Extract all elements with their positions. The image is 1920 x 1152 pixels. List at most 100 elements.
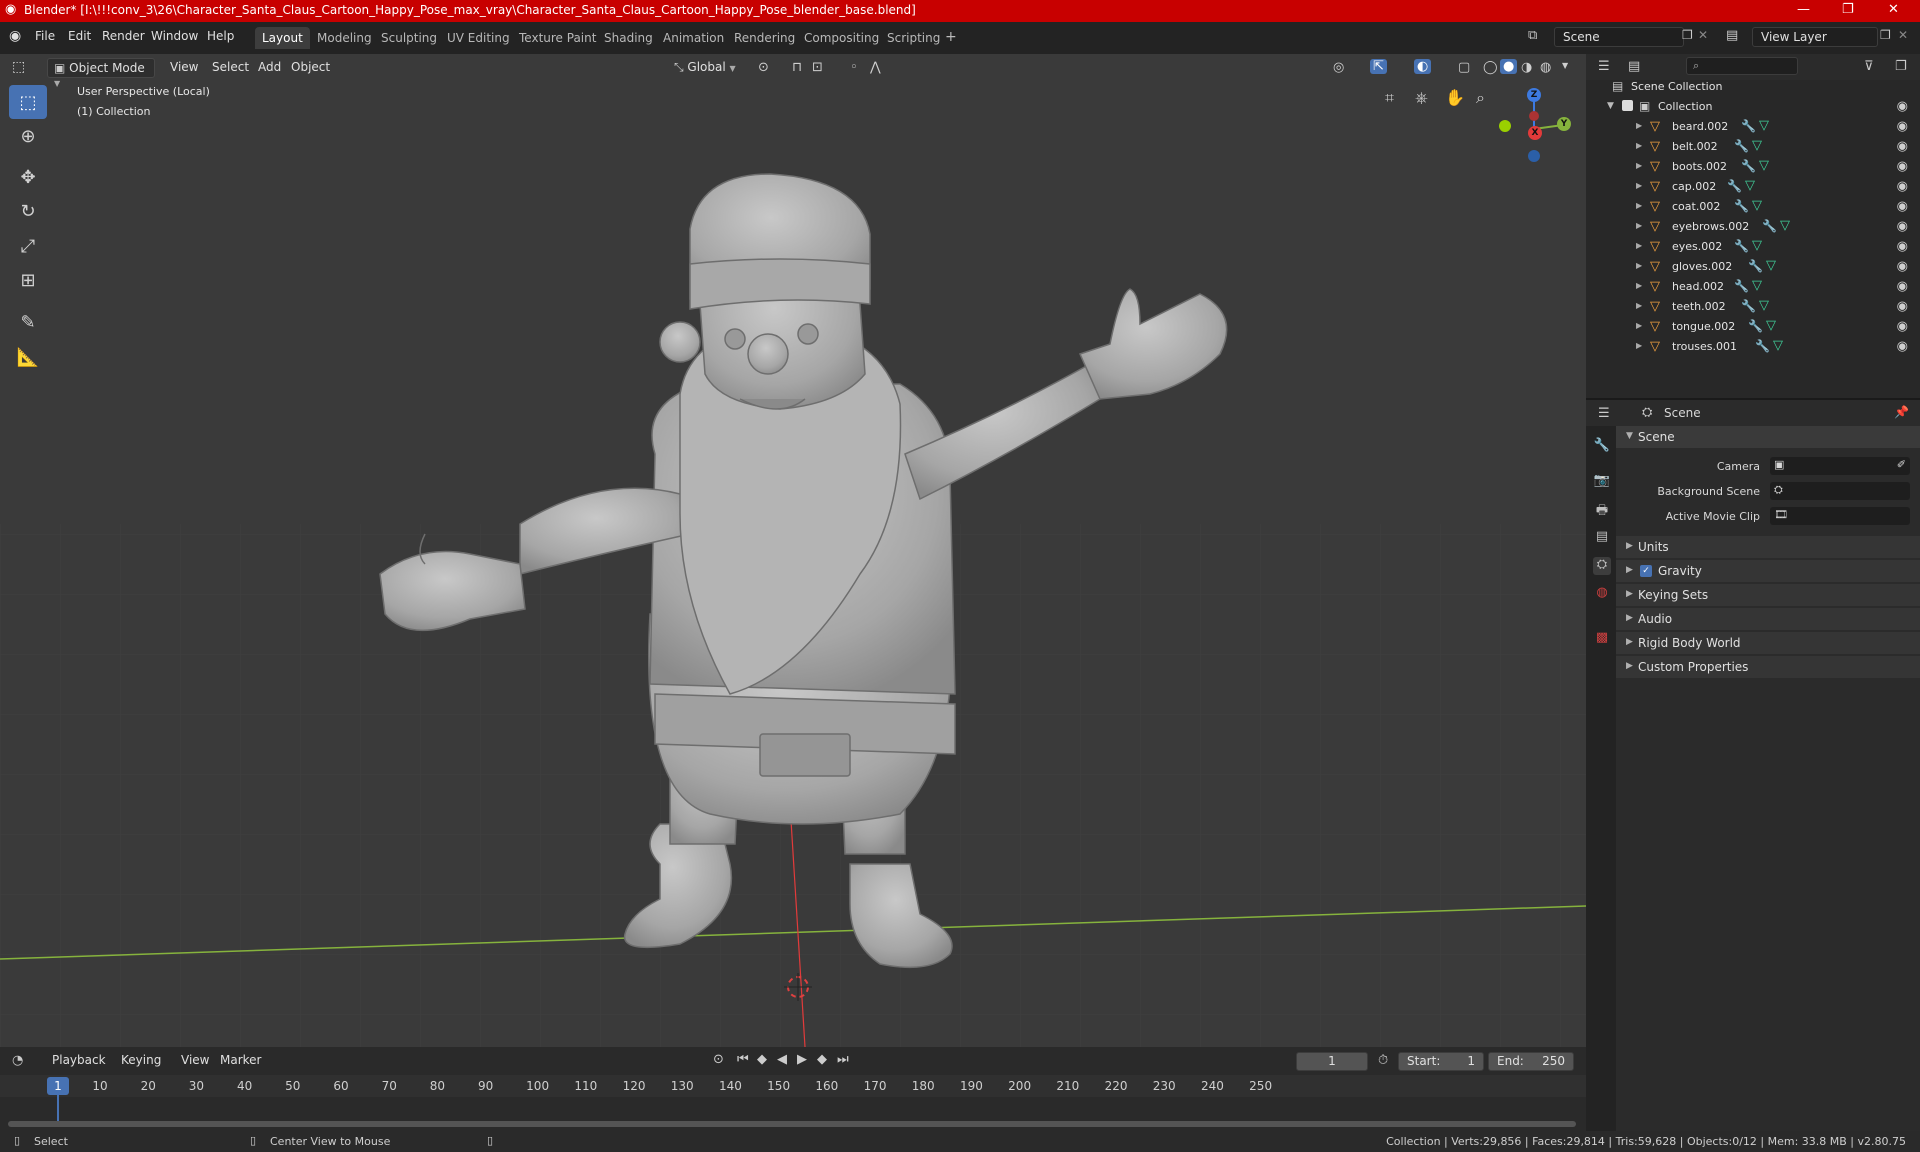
tab-layout[interactable]: Layout — [255, 27, 310, 49]
shading-rendered-icon[interactable]: ◍ — [1540, 60, 1551, 75]
mesh-data-icon[interactable]: ▽ — [1752, 138, 1762, 153]
view-layer-browse-icon[interactable]: ▤ — [1726, 28, 1738, 43]
wrench-icon[interactable]: 🔧 — [1762, 219, 1777, 233]
jump-end-icon[interactable]: ⏭ — [837, 1052, 849, 1067]
eye-icon[interactable]: ◉ — [1897, 199, 1908, 214]
current-frame-field[interactable]: 1 — [1296, 1052, 1368, 1071]
expand-arrow-icon[interactable]: ▶ — [1636, 241, 1642, 250]
viewport-menu-object[interactable]: Object — [285, 58, 336, 78]
mesh-data-icon[interactable]: ▽ — [1766, 318, 1776, 333]
mesh-data-icon[interactable]: ▽ — [1752, 278, 1762, 293]
outliner-object-row[interactable]: ▶ ▽ belt.002 🔧 ▽ ◉ — [1586, 137, 1920, 157]
world-tab-icon[interactable]: ◍ — [1593, 585, 1611, 603]
expand-arrow-icon[interactable]: ▶ — [1636, 261, 1642, 270]
editor-type-icon[interactable]: ⬚ — [12, 59, 25, 75]
tab-animation[interactable]: Animation — [656, 27, 731, 49]
expand-arrow-icon[interactable]: ▶ — [1636, 301, 1642, 310]
maximize-button[interactable]: ❐ — [1842, 2, 1854, 17]
custom-properties-panel[interactable]: ▶ Custom Properties — [1616, 656, 1920, 678]
new-scene-icon[interactable]: ❐ — [1682, 28, 1693, 42]
toggle-camera-view-icon[interactable]: ⌗ — [1385, 88, 1394, 108]
mesh-data-icon[interactable]: ▽ — [1759, 298, 1769, 313]
active-movie-clip-field[interactable]: 🎞 — [1770, 507, 1910, 525]
mesh-data-icon[interactable]: ▽ — [1773, 338, 1783, 353]
eye-icon[interactable]: ◉ — [1897, 119, 1908, 134]
add-workspace-icon[interactable]: + — [945, 29, 957, 45]
shading-material-icon[interactable]: ◑ — [1521, 60, 1532, 75]
pan-hand-icon[interactable]: ✋ — [1445, 88, 1465, 107]
mesh-data-icon[interactable]: ▽ — [1759, 158, 1769, 173]
outliner-object-row[interactable]: ▶ ▽ head.002 🔧 ▽ ◉ — [1586, 277, 1920, 297]
outliner-object-row[interactable]: ▶ ▽ cap.002 🔧 ▽ ◉ — [1586, 177, 1920, 197]
expand-arrow-icon[interactable]: ▶ — [1636, 121, 1642, 130]
mesh-data-icon[interactable]: ▽ — [1780, 218, 1790, 233]
gizmo-neg-x-axis[interactable] — [1529, 111, 1539, 121]
eye-icon[interactable]: ◉ — [1897, 279, 1908, 294]
expand-arrow-icon[interactable]: ▶ — [1636, 321, 1642, 330]
texture-tab-icon[interactable]: ▩ — [1593, 630, 1611, 648]
mesh-data-icon[interactable]: ▽ — [1752, 198, 1762, 213]
3d-viewport[interactable] — [0, 54, 1586, 1047]
outliner-editor-type-icon[interactable]: ☰ — [1598, 59, 1610, 74]
mesh-data-icon[interactable]: ▽ — [1745, 178, 1755, 193]
gizmo-neg-y-axis[interactable] — [1499, 120, 1511, 132]
shading-options-icon[interactable]: ▼ — [1562, 61, 1568, 70]
outliner-object-row[interactable]: ▶ ▽ boots.002 🔧 ▽ ◉ — [1586, 157, 1920, 177]
eye-icon[interactable]: ◉ — [1897, 99, 1908, 114]
tab-texture-paint[interactable]: Texture Paint — [512, 27, 603, 49]
start-frame-field[interactable]: Start: 1 — [1398, 1052, 1484, 1071]
viewport-menu-view[interactable]: View — [164, 58, 204, 78]
viewport-menu-select[interactable]: Select — [206, 58, 255, 78]
tool-tab-icon[interactable]: 🔧 — [1593, 438, 1611, 456]
measure-tool[interactable]: 📐 — [9, 340, 47, 374]
tab-uv-editing[interactable]: UV Editing — [440, 27, 517, 49]
outliner-object-row[interactable]: ▶ ▽ eyes.002 🔧 ▽ ◉ — [1586, 237, 1920, 257]
expand-arrow-icon[interactable]: ▶ — [1636, 201, 1642, 210]
outliner-object-row[interactable]: ▶ ▽ gloves.002 🔧 ▽ ◉ — [1586, 257, 1920, 277]
move-tool[interactable]: ✥ — [9, 160, 47, 194]
proportional-edit-icon[interactable]: ◦ — [850, 60, 858, 75]
viewport-menu-add[interactable]: Add — [252, 58, 287, 78]
gizmo-x-axis[interactable]: X — [1528, 126, 1542, 140]
gravity-panel[interactable]: ▶ ✓ Gravity — [1616, 560, 1920, 582]
jump-start-icon[interactable]: ⏮ — [737, 1052, 749, 1067]
cursor-tool[interactable]: ⊕ — [9, 119, 47, 153]
expand-arrow-icon[interactable]: ▶ — [1636, 141, 1642, 150]
wrench-icon[interactable]: 🔧 — [1727, 179, 1742, 193]
menu-window[interactable]: Window — [151, 29, 198, 43]
tab-scripting[interactable]: Scripting — [880, 27, 947, 49]
menu-edit[interactable]: Edit — [68, 29, 91, 43]
rigid-body-world-panel[interactable]: ▶ Rigid Body World — [1616, 632, 1920, 654]
timeline-menu-view[interactable]: View — [181, 1053, 209, 1067]
tab-modeling[interactable]: Modeling — [310, 27, 379, 49]
transform-orientation-dropdown[interactable]: ⤡ Global ▼ — [668, 58, 746, 78]
outliner-object-row[interactable]: ▶ ▽ coat.002 🔧 ▽ ◉ — [1586, 197, 1920, 217]
units-panel[interactable]: ▶ Units — [1616, 536, 1920, 558]
eye-icon[interactable]: ◉ — [1897, 219, 1908, 234]
expand-arrow-icon[interactable]: ▶ — [1636, 341, 1642, 350]
new-collection-icon[interactable]: ❐ — [1895, 59, 1907, 74]
scene-field[interactable]: Scene — [1554, 27, 1684, 47]
end-frame-field[interactable]: End: 250 — [1488, 1052, 1574, 1071]
wrench-icon[interactable]: 🔧 — [1741, 119, 1756, 133]
rotate-tool[interactable]: ↻ — [9, 194, 47, 228]
menu-help[interactable]: Help — [207, 29, 234, 43]
snap-target-icon[interactable]: ⊡ — [812, 60, 823, 75]
tab-shading[interactable]: Shading — [597, 27, 660, 49]
wrench-icon[interactable]: 🔧 — [1748, 319, 1763, 333]
keying-sets-panel[interactable]: ▶ Keying Sets — [1616, 584, 1920, 606]
outliner-object-row[interactable]: ▶ ▽ beard.002 🔧 ▽ ◉ — [1586, 117, 1920, 137]
outliner-collection[interactable]: ▼ ▣ Collection ◉ — [1586, 97, 1920, 117]
eyedropper-icon[interactable]: ✐ — [1897, 458, 1906, 471]
show-gizmo-icon[interactable]: ⇱ — [1370, 59, 1387, 74]
tab-sculpting[interactable]: Sculpting — [374, 27, 444, 49]
gizmo-z-axis[interactable]: Z — [1527, 88, 1541, 102]
wrench-icon[interactable]: 🔧 — [1734, 199, 1749, 213]
preview-range-icon[interactable]: ⏱ — [1378, 1053, 1388, 1068]
prev-keyframe-icon[interactable]: ◆ — [757, 1052, 767, 1067]
wrench-icon[interactable]: 🔧 — [1748, 259, 1763, 273]
wrench-icon[interactable]: 🔧 — [1734, 239, 1749, 253]
shading-wireframe-icon[interactable]: ◯ — [1483, 60, 1498, 75]
wrench-icon[interactable]: 🔧 — [1755, 339, 1770, 353]
properties-editor-type-icon[interactable]: ☰ — [1598, 406, 1610, 421]
